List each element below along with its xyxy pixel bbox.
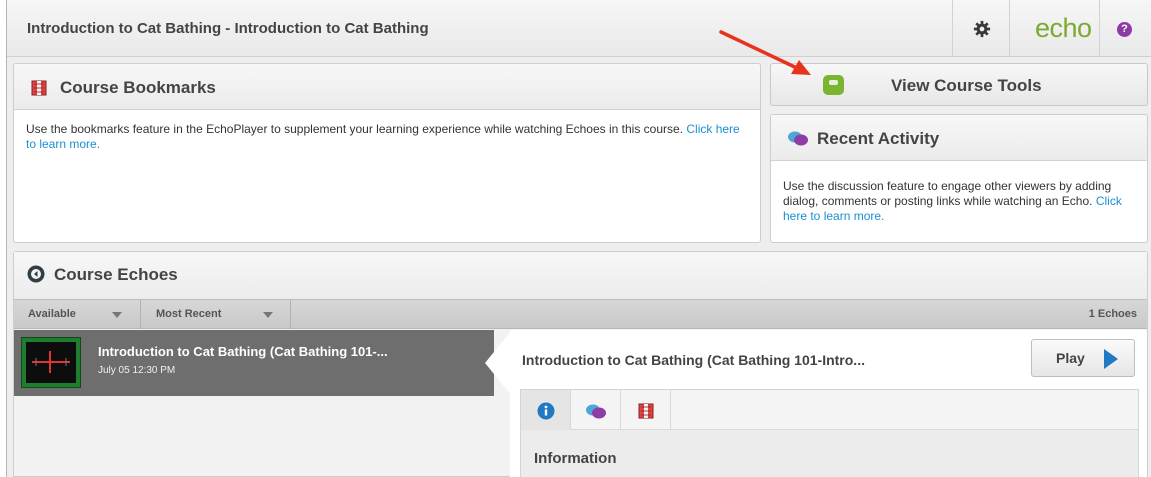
selection-pointer <box>485 330 512 396</box>
tab-information[interactable] <box>521 390 571 430</box>
view-course-tools-button[interactable]: View Course Tools <box>770 63 1148 106</box>
echo-detail-pane: Introduction to Cat Bathing (Cat Bathing… <box>510 330 1147 477</box>
chevron-down-icon <box>112 312 122 318</box>
discussion-icon <box>788 131 808 146</box>
panel-title: Course Bookmarks <box>60 78 216 97</box>
help-icon[interactable]: ? <box>1117 22 1132 37</box>
echo-thumbnail <box>21 337 81 388</box>
echo-detail-tabs: Information <box>520 389 1139 477</box>
recent-activity-panel: Recent Activity Use the discussion featu… <box>770 114 1148 243</box>
bookmark-icon <box>31 80 47 96</box>
recent-text: Use the discussion feature to engage oth… <box>783 179 1112 208</box>
echo-item-title: Introduction to Cat Bathing (Cat Bathing… <box>98 344 388 359</box>
header-divider <box>1099 0 1100 56</box>
course-title: Introduction to Cat Bathing - Introducti… <box>27 20 429 37</box>
availability-filter-label: Available <box>28 308 76 320</box>
bookmarks-text: Use the bookmarks feature in the EchoPla… <box>26 122 684 136</box>
gear-icon[interactable] <box>973 20 991 38</box>
recent-description: Use the discussion feature to engage oth… <box>771 161 1147 236</box>
tab-discussion[interactable] <box>571 390 621 430</box>
availability-filter[interactable]: Available <box>28 300 138 329</box>
echo-logo: echo <box>1035 13 1092 43</box>
echo-list-item[interactable]: Introduction to Cat Bathing (Cat Bathing… <box>14 330 494 396</box>
sort-filter-label: Most Recent <box>156 308 222 320</box>
course-echoes-section: Course Echoes Available Most Recent 1 Ec… <box>13 251 1148 477</box>
app-header: Introduction to Cat Bathing - Introducti… <box>7 0 1151 57</box>
course-echoes-header: Course Echoes <box>14 252 1147 299</box>
discussion-icon <box>586 404 606 419</box>
echo-count: 1 Echoes <box>1088 308 1137 320</box>
echo-filter-bar: Available Most Recent 1 Echoes <box>14 299 1147 329</box>
header-divider <box>952 0 953 56</box>
info-icon <box>537 402 555 420</box>
play-button-label: Play <box>1056 350 1085 366</box>
course-echoes-title: Course Echoes <box>54 265 178 284</box>
bookmarks-description: Use the bookmarks feature in the EchoPla… <box>14 110 760 164</box>
panel-title: Recent Activity <box>817 129 940 148</box>
course-bookmarks-panel: Course Bookmarks Use the bookmarks featu… <box>13 63 761 243</box>
echo-item-date: July 05 12:30 PM <box>98 365 176 376</box>
echo-detail-title: Introduction to Cat Bathing (Cat Bathing… <box>522 352 865 368</box>
play-icon <box>1104 349 1118 369</box>
sort-filter[interactable]: Most Recent <box>156 300 286 329</box>
tab-strip <box>521 390 1138 430</box>
filter-divider <box>290 300 291 329</box>
tab-bookmarks[interactable] <box>621 390 671 430</box>
header-divider <box>1009 0 1010 56</box>
view-course-tools-label: View Course Tools <box>891 76 1042 95</box>
echo-tools-icon <box>823 75 844 95</box>
app-frame: Introduction to Cat Bathing - Introducti… <box>6 0 1151 477</box>
information-heading: Information <box>534 450 617 467</box>
play-button[interactable]: Play <box>1031 339 1135 377</box>
bookmark-icon <box>638 403 654 419</box>
chevron-down-icon <box>263 312 273 318</box>
echo-circle-icon <box>27 265 45 283</box>
panel-header: Recent Activity <box>771 115 1147 161</box>
filter-divider <box>140 300 141 329</box>
panel-header: Course Bookmarks <box>14 64 760 110</box>
